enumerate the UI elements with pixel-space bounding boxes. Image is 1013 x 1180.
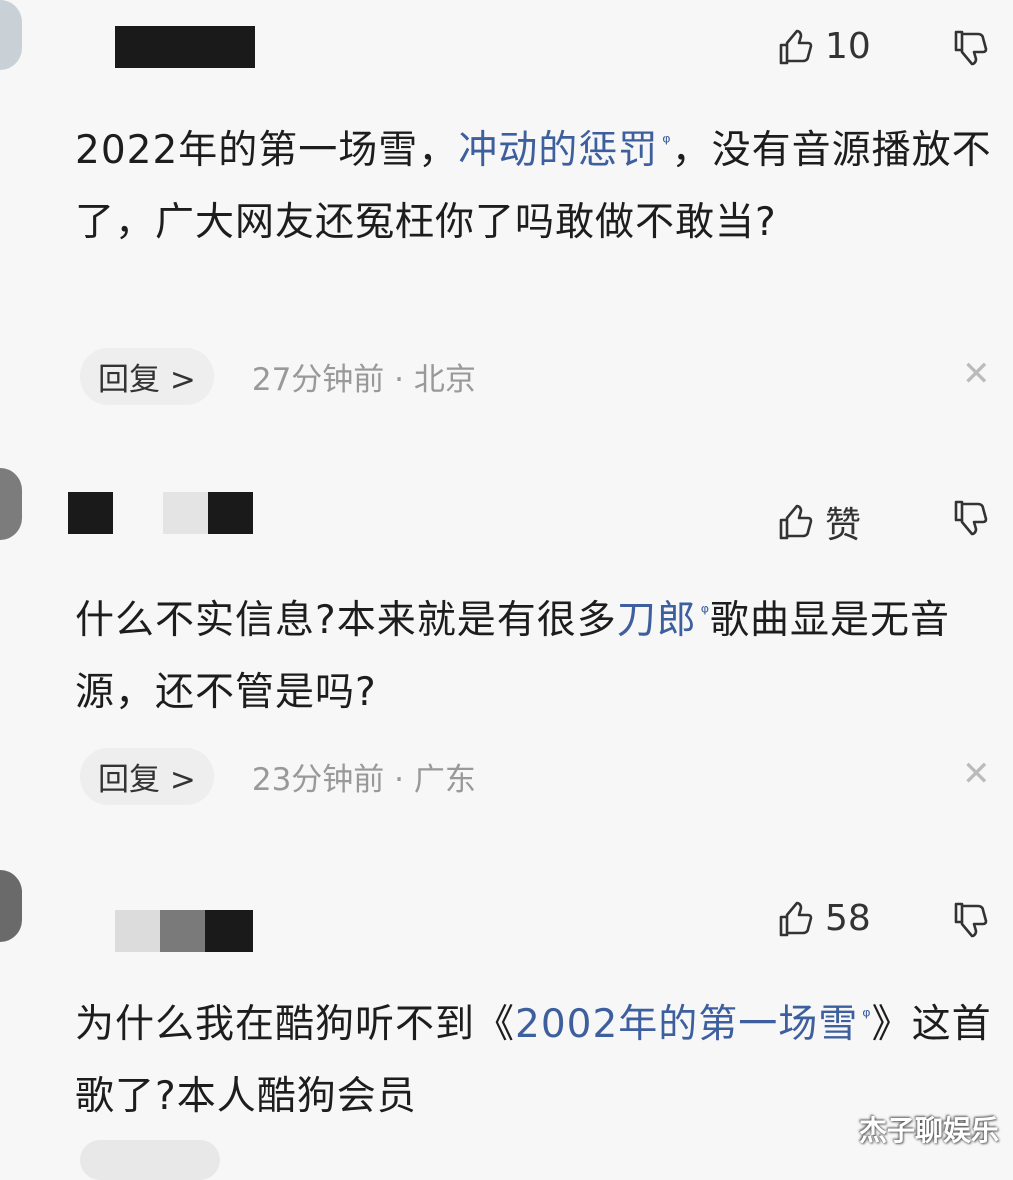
username-redacted[interactable] [115, 910, 160, 952]
thumbs-down-icon [950, 900, 990, 940]
search-link[interactable]: 刀郎 [617, 598, 697, 643]
username-redacted[interactable] [163, 492, 208, 534]
watermark: 杰子聊娱乐 [858, 1114, 999, 1147]
username-redacted[interactable] [160, 910, 205, 952]
username-redacted[interactable] [205, 910, 253, 952]
comment-text-part: 什么不实信息?本来就是有很多 [75, 598, 617, 643]
search-link[interactable]: 冲动的惩罚 [458, 128, 658, 173]
search-icon: ᵠ [662, 130, 672, 154]
dislike-button[interactable] [950, 498, 990, 538]
thumbs-up-icon [775, 27, 815, 67]
username-redacted[interactable] [208, 492, 253, 534]
comment-text: 什么不实信息?本来就是有很多刀郎 ᵠ歌曲显是无音源，还不管是吗? [75, 576, 1000, 729]
comment-meta: 回复 > 27分钟前 · 北京 [80, 347, 476, 405]
avatar[interactable] [0, 870, 22, 942]
comment-text-part: 2022年的第一场雪， [75, 128, 459, 173]
comment-text: 2022年的第一场雪，冲动的惩罚 ᵠ，没有音源播放不了，广大网友还冤枉你了吗敢做不… [75, 106, 1000, 259]
like-button[interactable]: 赞 [775, 496, 861, 548]
thumbs-up-icon [775, 502, 815, 542]
comment-meta: 回复 > 23分钟前 · 广东 [80, 747, 476, 805]
meta-cutoff [80, 1140, 580, 1180]
like-count: 58 [825, 898, 871, 939]
username-redacted[interactable] [115, 26, 255, 68]
close-icon[interactable]: ✕ [962, 754, 991, 794]
comment-text-part: 为什么我在酷狗听不到《 [75, 1002, 516, 1047]
like-count: 10 [825, 26, 871, 67]
thumbs-up-icon [775, 899, 815, 939]
search-link[interactable]: 2002年的第一场雪 [515, 1002, 858, 1047]
thumbs-down-icon [950, 498, 990, 538]
avatar[interactable] [0, 468, 22, 540]
username-redacted[interactable] [68, 492, 113, 534]
time-location: 27分钟前 · 北京 [251, 361, 476, 398]
reply-button-partial[interactable] [80, 1140, 220, 1180]
reply-button[interactable]: 回复 > [80, 347, 214, 405]
time-location: 23分钟前 · 广东 [251, 761, 476, 798]
like-button[interactable]: 10 [775, 26, 871, 67]
dislike-button[interactable] [950, 28, 990, 68]
dislike-button[interactable] [950, 900, 990, 940]
avatar[interactable] [0, 0, 22, 70]
thumbs-down-icon [950, 28, 990, 68]
like-button[interactable]: 58 [775, 898, 871, 939]
close-icon[interactable]: ✕ [962, 354, 991, 394]
search-icon: ᵠ [700, 600, 711, 624]
reply-button[interactable]: 回复 > [80, 747, 214, 805]
like-count: 赞 [825, 505, 862, 546]
search-icon: ᵠ [862, 1004, 872, 1028]
